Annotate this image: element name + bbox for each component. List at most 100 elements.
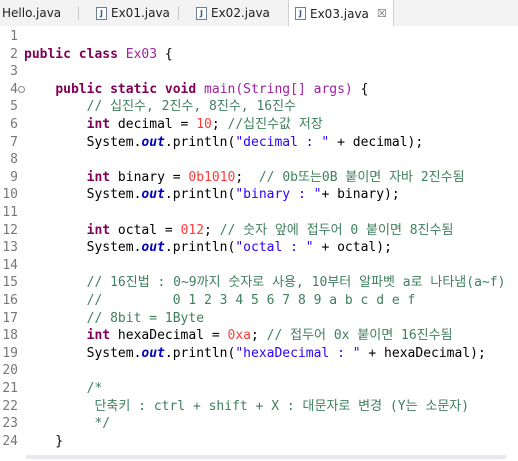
code-token: System. — [24, 240, 142, 256]
code-token: main(String[] args) — [196, 81, 361, 97]
code-line[interactable]: 11 — [0, 204, 518, 221]
code-token: System. — [24, 134, 142, 150]
code-text: int decimal = 10; //십진수값 저장 — [24, 116, 323, 133]
code-line[interactable]: 8 — [0, 151, 518, 168]
code-line[interactable]: 9 int binary = 0b1010; // 0b또는0B 붙이면 자바 … — [0, 169, 518, 186]
code-line[interactable]: 2 public class Ex03 { — [0, 46, 518, 63]
code-token: hexaDecimal = — [110, 328, 228, 344]
line-number: 24 — [2, 433, 18, 449]
code-line[interactable]: 16 // 0 1 2 3 4 5 6 7 8 9 a b c d e f — [0, 292, 518, 309]
code-line[interactable]: 10 System.out.println("binary : "+ binar… — [0, 186, 518, 203]
close-icon[interactable]: ☒ — [377, 8, 387, 19]
line-number: 15 — [2, 275, 18, 291]
line-number: 12 — [2, 222, 18, 238]
code-token: + hexaDecimal); — [360, 345, 486, 361]
line-number: 5 — [10, 99, 18, 115]
tab-label: Hello.java — [2, 6, 62, 20]
code-text: 단축키 : ctrl + shift + X : 대문자로 변경 (Y는 소문자… — [24, 398, 469, 415]
code-token: */ — [94, 416, 111, 432]
code-token: // 0 1 2 3 4 5 6 7 8 9 a b c d e f — [86, 293, 416, 308]
code-token: // 0b또는0B 붙이면 자바 2진수됨 — [258, 169, 465, 185]
code-token: ; — [251, 328, 267, 344]
tab-ex03-java[interactable]: J Ex03.java ☒ — [288, 0, 394, 27]
tab-ex01-java[interactable]: J Ex01.java — [96, 0, 170, 26]
code-token: } — [24, 433, 64, 449]
code-text: System.out.println("octal : " + octal); — [24, 239, 392, 256]
code-text: // 16진법 : 0~9까지 숫자로 사용, 10부터 알파벳 a로 나타냄(… — [24, 274, 506, 291]
tab-label: Ex03.java — [310, 6, 369, 21]
code-token: int — [86, 328, 111, 344]
code-line[interactable]: 22 단축키 : ctrl + shift + X : 대문자로 변경 (Y는 … — [0, 398, 518, 415]
line-number: 16 — [2, 293, 18, 308]
code-line[interactable]: 15 // 16진법 : 0~9까지 숫자로 사용, 10부터 알파벳 a로 나… — [0, 274, 518, 291]
line-number: 1 — [10, 29, 18, 44]
code-token: out — [141, 187, 165, 203]
code-line[interactable]: 20 — [0, 362, 518, 379]
code-line[interactable]: 18 int hexaDecimal = 0xa; // 접두어 0x 붙이면 … — [0, 327, 518, 344]
code-token: // 16진법 : 0~9까지 숫자로 사용, 10부터 알파벳 a로 나타냄(… — [86, 275, 506, 291]
line-number: 4 — [10, 81, 18, 97]
code-line[interactable]: 24 } — [0, 433, 518, 450]
code-text: int hexaDecimal = 0xa; // 접두어 0x 붙이면 16진… — [24, 327, 453, 344]
editor-tab-bar: Hello.java J Ex01.java J Ex02.java J Ex0… — [0, 0, 518, 27]
code-line[interactable]: 17 // 8bit = 1Byte — [0, 310, 518, 327]
code-token: out — [141, 240, 165, 256]
line-number: 22 — [2, 398, 18, 414]
code-line[interactable]: 21 /* — [0, 380, 518, 397]
code-token: octal = — [110, 222, 181, 238]
code-line[interactable]: 12 int octal = 012; // 숫자 앞에 접두어 0 붙이면 8… — [0, 222, 518, 239]
code-token: binary = — [110, 169, 189, 185]
code-line[interactable]: 5 // 십진수, 2진수, 8진수, 16진수 — [0, 98, 518, 115]
code-line[interactable]: 14 — [0, 257, 518, 274]
tab-label: Ex01.java — [111, 6, 170, 20]
code-text: } — [24, 433, 63, 450]
line-number: 8 — [10, 152, 18, 168]
code-line[interactable]: 4 public static void main(String[] args)… — [0, 81, 518, 98]
code-line[interactable]: 23 */ — [0, 415, 518, 432]
code-token: 012 — [180, 222, 205, 238]
code-token: .println( — [164, 187, 236, 203]
code-token: int — [86, 117, 111, 132]
line-number: 11 — [2, 205, 18, 220]
code-token: + decimal); — [329, 134, 424, 150]
code-token: ; — [204, 222, 220, 238]
code-line[interactable]: 1 — [0, 28, 518, 45]
code-line[interactable]: 13 System.out.println("octal : " + octal… — [0, 239, 518, 256]
tab-separator — [178, 6, 179, 20]
code-line[interactable]: 3 — [0, 63, 518, 80]
code-editor[interactable]: 1 2 public class Ex03 {3 4 public static vo… — [0, 26, 518, 461]
line-number: 18 — [2, 328, 18, 344]
line-number: 10 — [2, 187, 18, 203]
tab-hello-java[interactable]: Hello.java — [2, 0, 61, 26]
line-number: 20 — [2, 363, 18, 379]
code-token: 0b1010 — [188, 169, 236, 185]
code-line[interactable]: 6 int decimal = 10; //십진수값 저장 — [0, 116, 518, 133]
code-token: System. — [24, 187, 142, 203]
code-token: "binary : " — [235, 187, 322, 203]
tab-label: Ex02.java — [211, 6, 270, 20]
java-file-icon: J — [196, 6, 207, 20]
code-text: public class Ex03 { — [24, 46, 173, 63]
code-line[interactable]: 7 System.out.println("decimal : " + deci… — [0, 134, 518, 151]
line-number: 17 — [2, 310, 18, 326]
horizontal-scrollbar[interactable] — [26, 455, 506, 459]
code-token: // 8bit = 1Byte — [86, 310, 205, 326]
code-token: // 숫자 앞에 접두어 0 붙이면 8진수됨 — [219, 222, 454, 238]
code-text: int octal = 012; // 숫자 앞에 접두어 0 붙이면 8진수됨 — [24, 222, 454, 239]
code-token: void — [164, 81, 197, 97]
code-token: static — [110, 81, 158, 97]
code-token: ; — [211, 117, 228, 132]
tab-ex02-java[interactable]: J Ex02.java — [196, 0, 270, 26]
code-line[interactable]: 19 System.out.println("hexaDecimal : " +… — [0, 345, 518, 362]
java-file-icon: J — [295, 7, 306, 20]
line-number: 14 — [2, 257, 18, 273]
code-token: decimal = — [110, 117, 197, 132]
code-token: public — [55, 81, 103, 97]
line-number: 7 — [10, 134, 18, 150]
